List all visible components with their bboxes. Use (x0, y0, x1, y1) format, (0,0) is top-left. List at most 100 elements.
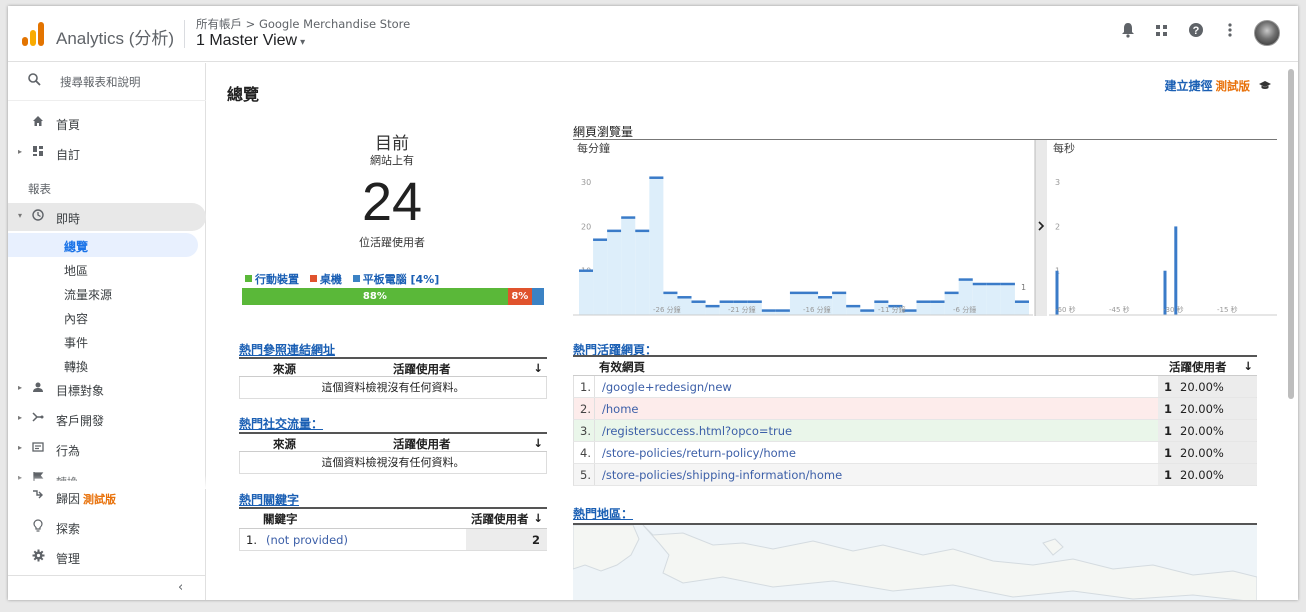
sidebar-item-label: 目標對象 (56, 384, 105, 398)
analytics-logo-icon[interactable] (22, 22, 44, 46)
sort-arrow-icon[interactable]: ↓ (1243, 359, 1253, 373)
sidebar-item-discover[interactable]: 探索 (8, 515, 206, 541)
sidebar-item-acquisition[interactable]: ▸ 客戶開發 (8, 407, 206, 433)
page-link[interactable]: /google+redesign/new (602, 380, 732, 394)
person-icon (30, 381, 46, 396)
sidebar-item-label: 即時 (56, 212, 81, 226)
keywords-title[interactable]: 熱門關鍵字 (239, 491, 299, 508)
now-sublabel: 網站上有 (370, 154, 414, 167)
sort-arrow-icon[interactable]: ↓ (533, 511, 543, 525)
legend-label: 行動裝置 (255, 273, 299, 286)
cell-divider (594, 420, 595, 441)
legend-swatch (309, 275, 317, 282)
sort-arrow-icon[interactable]: ↓ (533, 436, 543, 450)
sidebar-item-realtime[interactable]: ▾ 即時 (8, 203, 206, 231)
device-segment-tablet (531, 288, 544, 305)
sidebar-sub-overview[interactable]: 總覽 (8, 233, 198, 257)
pageviews-chart: 每分鐘 10 20 30 -26 分鐘 -21 分鐘 -16 分鐘 -11 分鐘… (573, 140, 1277, 316)
sidebar-sub-events[interactable]: 事件 (8, 329, 198, 353)
row-percent: 20.00% (1180, 468, 1224, 482)
scrollbar[interactable] (1288, 63, 1294, 600)
browser-frame: Analytics (分析) 所有帳戶 > Google Merchandise… (8, 6, 1298, 600)
beta-badge: 測試版 (83, 493, 117, 506)
cell-divider (594, 376, 595, 397)
device-legend: 行動裝置 桌機 平板電腦 [4%] (245, 271, 446, 287)
bar-fill (832, 292, 847, 315)
user-avatar[interactable] (1254, 20, 1280, 46)
col-source[interactable]: 來源 (273, 436, 296, 452)
sidebar-item-label: 自訂 (56, 148, 81, 162)
sidebar-item-audience[interactable]: ▸ 目標對象 (8, 377, 206, 403)
table-header: 關鍵字 活躍使用者 ↓ (239, 509, 547, 529)
table-row: 5. /store-policies/shipping-information/h… (573, 464, 1257, 486)
sidebar-sub-locations[interactable]: 地區 (8, 257, 198, 281)
toolbar-icons: ? (1118, 20, 1280, 46)
x-tick: -21 分鐘 (728, 305, 756, 314)
row-percent: 20.00% (1180, 424, 1224, 438)
sidebar-item-custom[interactable]: ▸ 自訂 (8, 141, 206, 167)
referrals-title[interactable]: 熱門參照連結網址 (239, 341, 335, 358)
sidebar-item-attribution[interactable]: 歸因 測試版 (8, 485, 206, 511)
sidebar-item-label: 內容 (64, 312, 89, 326)
per-second-y-ticks: 1 2 3 (1055, 178, 1060, 276)
col-keyword[interactable]: 關鍵字 (263, 511, 298, 527)
device-segment-desktop: 8% (507, 288, 532, 305)
y-tick: 2 (1055, 222, 1060, 231)
graduation-cap-icon[interactable] (1258, 80, 1272, 93)
view-selector[interactable]: 1 Master View ▾ (196, 32, 305, 50)
apps-grid-icon[interactable] (1152, 22, 1172, 44)
breadcrumb[interactable]: 所有帳戶 > Google Merchandise Store (196, 16, 410, 32)
chevron-right-icon: ▸ (18, 147, 23, 156)
page-link[interactable]: /registersuccess.html?opco=true (602, 424, 792, 438)
col-active-users[interactable]: 活躍使用者 (393, 436, 451, 452)
row-percent: 20.00% (1180, 402, 1224, 416)
sort-arrow-icon[interactable]: ↓ (533, 361, 543, 375)
bar[interactable] (1174, 226, 1178, 315)
keyword-link[interactable]: (not provided) (266, 533, 348, 547)
row-users: 1 (1164, 446, 1173, 460)
help-icon[interactable]: ? (1186, 22, 1206, 44)
legend-item-mobile: 行動裝置 (245, 273, 299, 286)
world-map (573, 525, 1257, 600)
bell-icon[interactable] (1118, 22, 1138, 44)
legend-item-tablet: 平板電腦 [4%] (352, 273, 439, 286)
keywords-table: 關鍵字 活躍使用者 ↓ 1. (not provided) 2 (239, 507, 547, 551)
page-link[interactable]: /store-policies/shipping-information/hom… (602, 468, 842, 482)
col-active-users[interactable]: 活躍使用者 (471, 511, 529, 527)
device-segment-mobile: 88% (242, 288, 508, 305)
sidebar-sub-conversions[interactable]: 轉換 (8, 353, 198, 377)
sidebar-search[interactable]: 搜尋報表和說明 (8, 63, 206, 101)
table-row: 4. /store-policies/return-policy/home 1 20.… (573, 442, 1257, 464)
referrals-table: 來源 活躍使用者 ↓ 這個資料檢視沒有任何資料。 (239, 357, 547, 399)
page-link[interactable]: /home (602, 402, 638, 416)
search-icon (28, 73, 41, 90)
page-link[interactable]: /store-policies/return-policy/home (602, 446, 796, 460)
chevron-left-icon: ‹ (178, 580, 184, 595)
sidebar-item-home[interactable]: 首頁 (8, 111, 206, 137)
y-tick: 30 (581, 178, 591, 187)
col-active-users[interactable]: 活躍使用者 (393, 361, 451, 377)
row-users: 1 (1164, 424, 1173, 438)
create-shortcut-link[interactable]: 建立捷徑 測試版 (1164, 77, 1272, 94)
more-vert-icon[interactable] (1220, 22, 1240, 44)
bar-fill (705, 306, 720, 315)
col-active-users[interactable]: 活躍使用者 (1169, 359, 1227, 375)
col-source[interactable]: 來源 (273, 361, 296, 377)
bar-fill (846, 306, 861, 315)
scrollbar-thumb[interactable] (1288, 69, 1294, 399)
social-title[interactable]: 熱門社交流量： (239, 415, 323, 432)
geo-map[interactable] (573, 523, 1257, 600)
sidebar-item-behavior[interactable]: ▸ 行為 (8, 437, 206, 463)
sidebar-sub-traffic-sources[interactable]: 流量來源 (8, 281, 198, 305)
bar-fill (930, 301, 945, 315)
legend-swatch (352, 275, 360, 282)
bar-fill (593, 239, 608, 315)
sidebar-sub-content[interactable]: 內容 (8, 305, 198, 329)
sidebar-item-admin[interactable]: 管理 (8, 545, 206, 571)
beta-badge: 測試版 (1215, 79, 1251, 93)
active-users-now: 目前 網站上有 24 位活躍使用者 (239, 129, 545, 250)
col-page[interactable]: 有效網頁 (599, 359, 645, 375)
x-tick: -26 分鐘 (653, 305, 681, 314)
geo-title[interactable]: 熱門地區： (573, 505, 633, 522)
sidebar-collapse[interactable]: ‹ (8, 575, 206, 600)
